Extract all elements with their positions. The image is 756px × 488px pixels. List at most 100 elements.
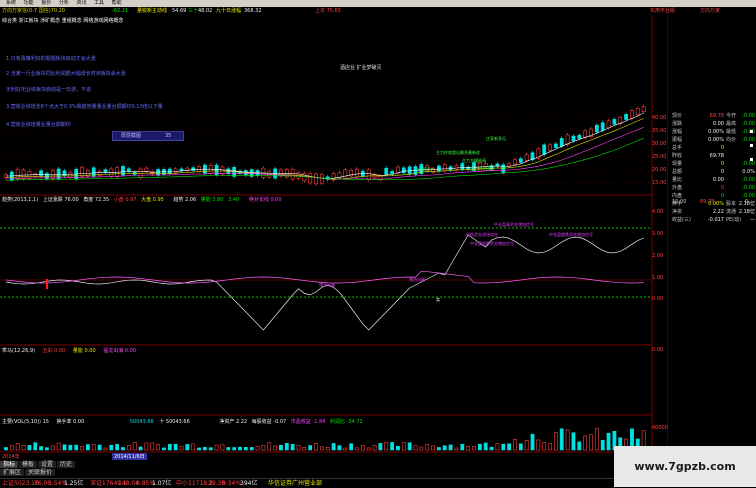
volume-bar — [401, 442, 406, 451]
candle-body — [56, 168, 61, 179]
volume-bar — [214, 444, 219, 451]
volume-bar — [495, 443, 500, 451]
volume-bar — [156, 444, 161, 451]
tab-settings[interactable]: 设置 — [38, 461, 57, 468]
volume-bar — [255, 445, 260, 451]
tab-template[interactable]: 模板 — [19, 461, 38, 468]
ind2-name: 乖马(12,26,9) — [2, 348, 35, 354]
quote-scrollbar[interactable] — [748, 120, 754, 270]
volume-bar — [226, 447, 231, 451]
volume-bar — [162, 447, 166, 451]
candle-body — [559, 138, 564, 147]
volume-bar — [431, 445, 435, 451]
tab-history[interactable]: 历史 — [57, 461, 76, 468]
volume-bar — [21, 445, 26, 451]
volume-bar — [33, 442, 38, 451]
quote-row: 昨收 69.78 — [670, 152, 756, 160]
quote-key: 净资 — [672, 209, 683, 215]
candle-body — [220, 166, 225, 175]
volume-bar — [126, 445, 131, 451]
price-axis-label: 40.00 — [652, 115, 667, 121]
quote-value: 2.22 — [712, 209, 724, 215]
volume-bar — [477, 443, 482, 451]
volume-bar — [308, 445, 313, 451]
volume-bar — [436, 447, 441, 451]
volume-bar — [279, 444, 283, 451]
volume-bar — [518, 443, 523, 451]
quote-key: 涨跌 — [672, 121, 683, 127]
volume-bar — [4, 447, 8, 451]
volume-bar — [442, 445, 447, 451]
volume-bar — [325, 447, 330, 451]
quote-value: -0.017 — [707, 217, 724, 223]
candle-body — [167, 168, 172, 174]
candle-body — [501, 164, 506, 173]
osc-field: 大盘 0.95 — [141, 197, 164, 203]
volume-bar — [513, 438, 517, 451]
volume-bar — [27, 445, 32, 451]
quote-key: 昨收 — [672, 153, 683, 159]
osc-field: 绝对长线 0.00 — [248, 197, 282, 203]
volume-bar — [483, 442, 488, 451]
quote-row: 总手 0 — [670, 144, 756, 152]
candle-body — [319, 174, 324, 184]
volume-bar — [466, 446, 471, 451]
candle-body — [343, 169, 348, 179]
volume-bar — [565, 429, 570, 451]
candle-body — [635, 108, 640, 116]
candle-body — [21, 169, 26, 180]
tab-related-quote[interactable]: 关联报价 — [25, 469, 56, 476]
osc-axis-label: 3.00 — [652, 231, 664, 237]
candle-body — [39, 170, 44, 176]
quote-key2: 均价 — [726, 137, 737, 143]
candle-body — [442, 164, 447, 172]
volume-bar — [91, 444, 96, 451]
quote-row: 收益(三) -0.017 PE(动) — — [670, 216, 756, 224]
chart-annotation: 主力大幅抽高 — [462, 158, 486, 163]
quote-key2: 最低 — [726, 129, 737, 135]
candle-body — [355, 168, 359, 178]
vol-field: 十 50043.66 — [159, 419, 190, 425]
candlestick-series — [4, 104, 646, 186]
volume-bar — [74, 444, 79, 451]
volume-bar — [355, 447, 359, 451]
tab-indicator[interactable]: 指标 — [0, 461, 19, 468]
candle-body — [641, 106, 646, 112]
volume-bar — [173, 443, 178, 451]
volume-bar — [249, 447, 254, 451]
date-label: 2014年 — [2, 454, 20, 460]
quote-row: 净资 2.22 流通 2.18亿 — [670, 208, 756, 216]
quote-row: 振幅 0.00% 均价 -0.00 — [670, 136, 756, 144]
candle-body — [197, 166, 201, 172]
candle-body — [630, 110, 634, 119]
volume-bar — [150, 442, 155, 451]
volume-bar — [454, 447, 459, 451]
volume-bar — [460, 443, 465, 451]
main-chart[interactable] — [0, 0, 668, 460]
volume-bar — [185, 444, 190, 451]
vol-field: 换手率 0.00 — [56, 419, 85, 425]
osc-field: 角度 72.35 — [83, 197, 110, 203]
volume-bar — [349, 443, 354, 451]
volume-bar — [115, 443, 120, 451]
site-watermark: www.7gpzb.com — [614, 446, 756, 487]
volume-bar — [589, 434, 593, 451]
volume-bar — [103, 447, 108, 451]
volume-bar — [542, 442, 547, 451]
quote-value: 0 — [720, 185, 724, 191]
vol-field: 市盈收益 -1.84 — [290, 419, 326, 425]
tab-extension[interactable]: 扩展区 — [0, 469, 25, 476]
tick-time: 15:00 — [672, 199, 687, 205]
volume-bar — [97, 444, 102, 451]
volume-bar — [203, 446, 207, 451]
candle-body — [571, 135, 576, 142]
quote-value: 0.00 — [712, 121, 724, 127]
candle-body — [308, 173, 313, 184]
candle-body — [600, 122, 605, 131]
osc-signal-label: 中长盘超跌资金增加信号 — [549, 232, 593, 237]
candle-body — [612, 119, 617, 125]
platform-link2[interactable]: 万向万家 — [700, 7, 720, 15]
osc-field: 量能 3.80 — [200, 197, 224, 203]
osc-axis-label: 0.00 — [652, 296, 664, 302]
volume-bar — [86, 444, 90, 451]
